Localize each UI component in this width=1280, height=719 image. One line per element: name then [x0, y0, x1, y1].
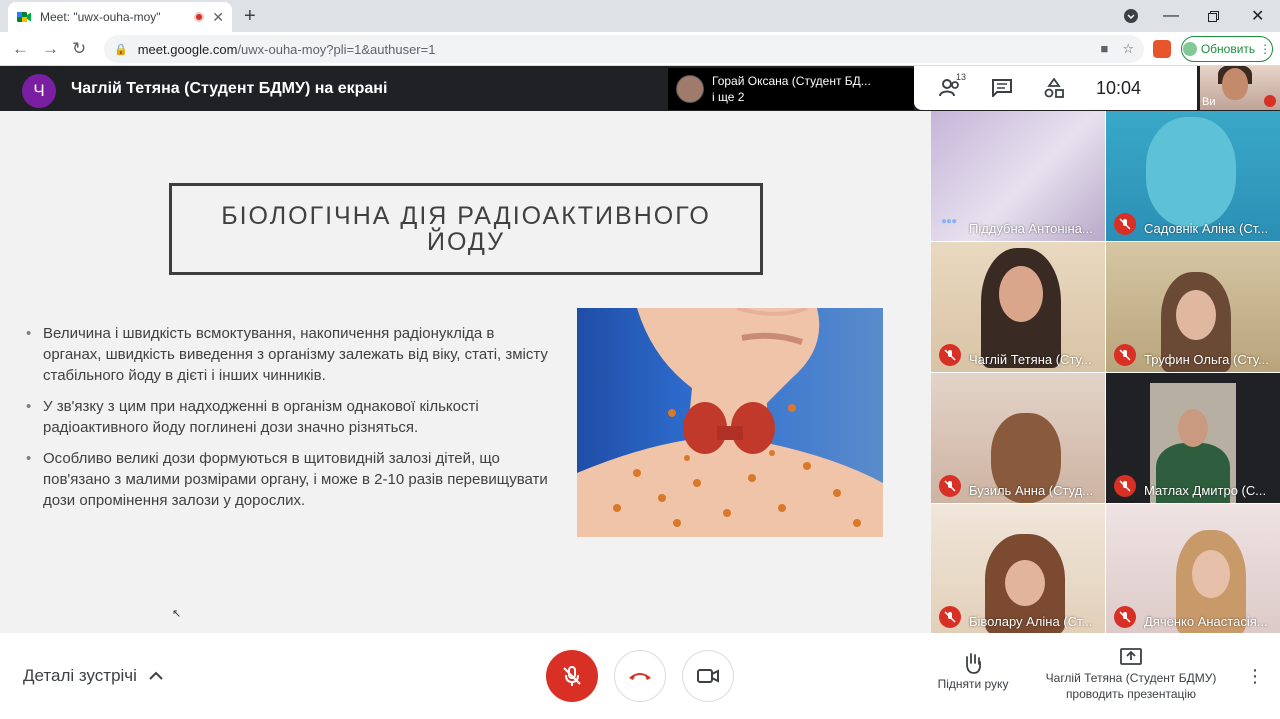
- active-speaker-chip[interactable]: Горай Оксана (Студент БД... і ще 2: [668, 68, 914, 110]
- extension-icon[interactable]: [1153, 40, 1171, 58]
- self-label: Ви: [1202, 96, 1216, 108]
- participant-tile[interactable]: Садовнік Аліна (Ст...: [1106, 111, 1280, 241]
- participant-name: Біволару Аліна (Ст...: [969, 614, 1093, 629]
- bookmark-star-icon[interactable]: ☆: [1122, 41, 1134, 57]
- participant-tile[interactable]: Труфин Ольга (Сту...: [1106, 242, 1280, 372]
- participant-face: [1176, 290, 1216, 340]
- mic-off-icon: [939, 344, 961, 366]
- participant-tile[interactable]: Біволару Аліна (Ст...: [931, 504, 1105, 634]
- raise-hand-label: Підняти руку: [937, 677, 1009, 691]
- mic-toggle-button[interactable]: [546, 650, 598, 702]
- speaking-indicator-icon: ●●●: [941, 216, 957, 227]
- slide-bullets: Величина і швидкість всмоктування, накоп…: [24, 323, 554, 521]
- participant-face: [1005, 560, 1045, 606]
- slide-bullet: Величина і швидкість всмоктування, накоп…: [24, 323, 554, 386]
- url-path: /uwx-ouha-moy?pli=1&authuser=1: [237, 41, 436, 57]
- chevron-up-icon: [149, 671, 163, 680]
- participant-tile[interactable]: Дяченко Анастасія...: [1106, 504, 1280, 634]
- new-tab-icon[interactable]: +: [244, 5, 256, 28]
- leave-call-button[interactable]: [614, 650, 666, 702]
- participant-tile[interactable]: Матлах Дмитро (С...: [1106, 373, 1280, 503]
- speaker-avatar: [676, 75, 704, 103]
- presentation-title: Чаглій Тетяна (Студент БДМУ) на екрані: [71, 80, 388, 97]
- participant-tile[interactable]: Бузиль Анна (Студ...: [931, 373, 1105, 503]
- participant-figure: [1146, 117, 1236, 227]
- update-button[interactable]: Обновить ⋮: [1181, 36, 1273, 62]
- mic-off-icon: [563, 666, 581, 686]
- meet-favicon-icon: [17, 12, 31, 22]
- presenter-avatar: Ч: [22, 74, 56, 108]
- people-icon[interactable]: 13: [934, 72, 966, 100]
- participant-face: [999, 266, 1043, 322]
- speaker-more: і ще 2: [712, 90, 745, 104]
- slide-title: БІОЛОГІЧНА ДІЯ РАДІОАКТИВНОГО ЙОДУ: [221, 202, 711, 256]
- browser-toolbar: ← → ↻ 🔒 meet.google.com /uwx-ouha-moy?pl…: [0, 32, 1280, 66]
- meet-controls-panel: 13 10:04: [914, 66, 1197, 110]
- hang-up-icon: [629, 673, 651, 680]
- camera-icon: [697, 669, 719, 683]
- back-icon[interactable]: ←: [12, 39, 29, 59]
- recording-icon: [194, 12, 205, 22]
- participant-face: [1178, 409, 1208, 447]
- meeting-clock: 10:04: [1096, 77, 1142, 98]
- participant-name: Садовнік Аліна (Ст...: [1144, 221, 1269, 236]
- participant-name: Чаглій Тетяна (Сту...: [969, 352, 1092, 367]
- participant-name: Бузиль Анна (Студ...: [969, 483, 1094, 498]
- present-screen-icon: [1120, 648, 1142, 665]
- tab-search-icon[interactable]: [1124, 0, 1138, 32]
- participant-tile[interactable]: ●●● Піддубна Антоніна...: [931, 111, 1105, 241]
- address-bar[interactable]: 🔒 meet.google.com /uwx-ouha-moy?pli=1&au…: [104, 35, 1144, 63]
- mic-off-icon: [1114, 344, 1136, 366]
- participant-name: Матлах Дмитро (С...: [1144, 483, 1267, 498]
- tab-title: Meet: "uwx-ouha-moy": [40, 10, 161, 24]
- kebab-menu-icon: ⋮: [1259, 42, 1272, 56]
- self-face: [1222, 68, 1248, 100]
- chat-icon[interactable]: [986, 76, 1018, 100]
- camera-toggle-button[interactable]: [682, 650, 734, 702]
- minimize-icon[interactable]: —: [1163, 0, 1179, 32]
- hand-icon: [966, 653, 981, 674]
- presenting-status-button[interactable]: Чаглій Тетяна (Студент БДМУ) проводить п…: [1036, 648, 1226, 702]
- participant-name: Піддубна Антоніна...: [969, 221, 1093, 236]
- mic-off-icon: [939, 475, 961, 497]
- speaker-name: Горай Оксана (Студент БД...: [712, 74, 871, 88]
- thyroid-illustration: [577, 308, 883, 537]
- url-host: meet.google.com: [137, 41, 238, 57]
- participant-tile[interactable]: Чаглій Тетяна (Сту...: [931, 242, 1105, 372]
- browser-tab[interactable]: Meet: "uwx-ouha-moy" ✕: [8, 2, 232, 32]
- more-options-icon[interactable]: ⋮: [1246, 666, 1264, 687]
- lock-icon: 🔒: [114, 43, 128, 56]
- update-label: Обновить: [1200, 42, 1256, 56]
- slide-bullet: У зв'язку з цим при надходженні в органі…: [24, 396, 554, 438]
- mic-off-icon: [1114, 475, 1136, 497]
- mic-off-icon: [1114, 213, 1136, 235]
- participant-name: Дяченко Анастасія...: [1144, 614, 1268, 629]
- browser-tab-strip: Meet: "uwx-ouha-moy" ✕ + — ✕: [0, 0, 1280, 32]
- presenting-label-1: Чаглій Тетяна (Студент БДМУ): [1045, 671, 1217, 685]
- presenting-label-2: проводить презентацію: [1065, 687, 1197, 701]
- participant-face: [1192, 550, 1230, 598]
- meeting-details-label: Деталі зустрічі: [23, 666, 137, 685]
- profile-avatar: [1182, 42, 1197, 56]
- mouse-cursor-icon: ↖: [172, 608, 182, 620]
- activities-icon[interactable]: [1038, 76, 1070, 100]
- mic-off-icon: [1114, 606, 1136, 628]
- slide-bullet: Особливо великі дози формуються в щитови…: [24, 448, 554, 511]
- forward-icon[interactable]: →: [42, 39, 59, 59]
- mic-off-icon: [1264, 95, 1276, 107]
- slide-title-box: БІОЛОГІЧНА ДІЯ РАДІОАКТИВНОГО ЙОДУ: [169, 183, 763, 275]
- participant-name: Труфин Ольга (Сту...: [1144, 352, 1269, 367]
- participants-count: 13: [955, 72, 966, 82]
- raise-hand-button[interactable]: Підняти руку: [926, 652, 1020, 691]
- meeting-details-button[interactable]: Деталі зустрічі: [23, 666, 163, 686]
- reload-icon[interactable]: ↻: [72, 39, 86, 59]
- close-tab-icon[interactable]: ✕: [212, 9, 224, 26]
- mic-off-icon: [939, 606, 961, 628]
- close-window-icon[interactable]: ✕: [1251, 0, 1264, 32]
- camera-permission-icon[interactable]: ■: [1100, 41, 1108, 57]
- maximize-icon[interactable]: [1208, 0, 1219, 32]
- self-view-tile[interactable]: Ви: [1200, 66, 1280, 110]
